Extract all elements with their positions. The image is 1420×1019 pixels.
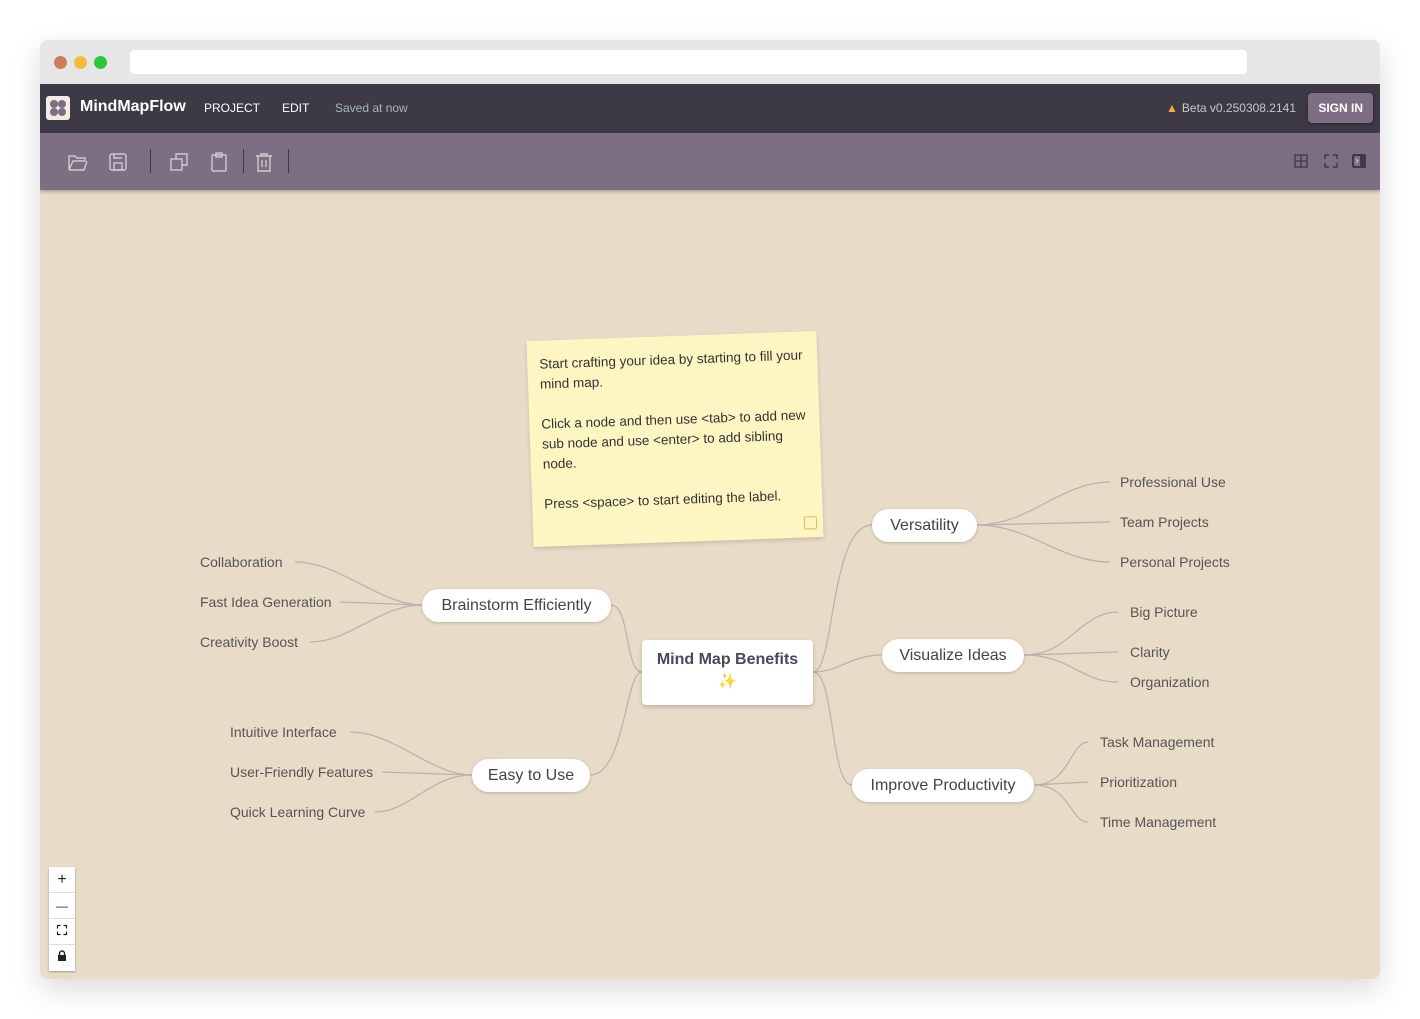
root-label: Mind Map Benefits [656, 651, 799, 668]
leaf-node[interactable]: Task Management [1100, 734, 1214, 750]
branch-node[interactable]: Visualize Ideas [882, 639, 1024, 672]
note-paragraph: Click a node and then use <tab> to add n… [541, 407, 806, 472]
leaf-node[interactable]: Personal Projects [1120, 554, 1230, 570]
branch-node[interactable]: Brainstorm Efficiently [422, 589, 611, 622]
zoom-in-button[interactable]: + [49, 867, 75, 893]
lock-button[interactable] [49, 945, 75, 971]
fit-view-icon [56, 924, 68, 936]
leaf-node[interactable]: Collaboration [200, 554, 283, 570]
leaf-node[interactable]: Professional Use [1120, 474, 1226, 490]
leaf-node[interactable]: Time Management [1100, 814, 1216, 830]
zoom-controls: + — [49, 867, 75, 971]
app-window: MindMapFlow PROJECT EDIT Saved at now ▲ B… [40, 40, 1380, 979]
sticky-note[interactable]: Start crafting your idea by starting to … [526, 331, 824, 547]
leaf-node[interactable]: Fast Idea Generation [200, 594, 332, 610]
leaf-node[interactable]: Quick Learning Curve [230, 804, 365, 820]
leaf-node[interactable]: Intuitive Interface [230, 724, 337, 740]
branch-node[interactable]: Versatility [872, 509, 977, 542]
zoom-out-button[interactable]: — [49, 893, 75, 919]
leaf-node[interactable]: Prioritization [1100, 774, 1177, 790]
sparkles-icon: ✨ [718, 673, 737, 690]
note-paragraph: Start crafting your idea by starting to … [539, 347, 803, 392]
note-edit-icon[interactable] [803, 516, 818, 530]
root-node[interactable]: Mind Map Benefits ✨ [642, 640, 813, 705]
note-paragraph: Press <space> to start editing the label… [543, 488, 782, 512]
branch-node[interactable]: Improve Productivity [852, 769, 1034, 802]
leaf-node[interactable]: Big Picture [1130, 604, 1198, 620]
leaf-node[interactable]: User-Friendly Features [230, 764, 373, 780]
fit-view-button[interactable] [49, 919, 75, 945]
lock-icon [58, 950, 66, 961]
leaf-node[interactable]: Team Projects [1120, 514, 1209, 530]
leaf-node[interactable]: Creativity Boost [200, 634, 298, 650]
leaf-node[interactable]: Organization [1130, 674, 1209, 690]
branch-node[interactable]: Easy to Use [472, 759, 590, 792]
leaf-node[interactable]: Clarity [1130, 644, 1170, 660]
